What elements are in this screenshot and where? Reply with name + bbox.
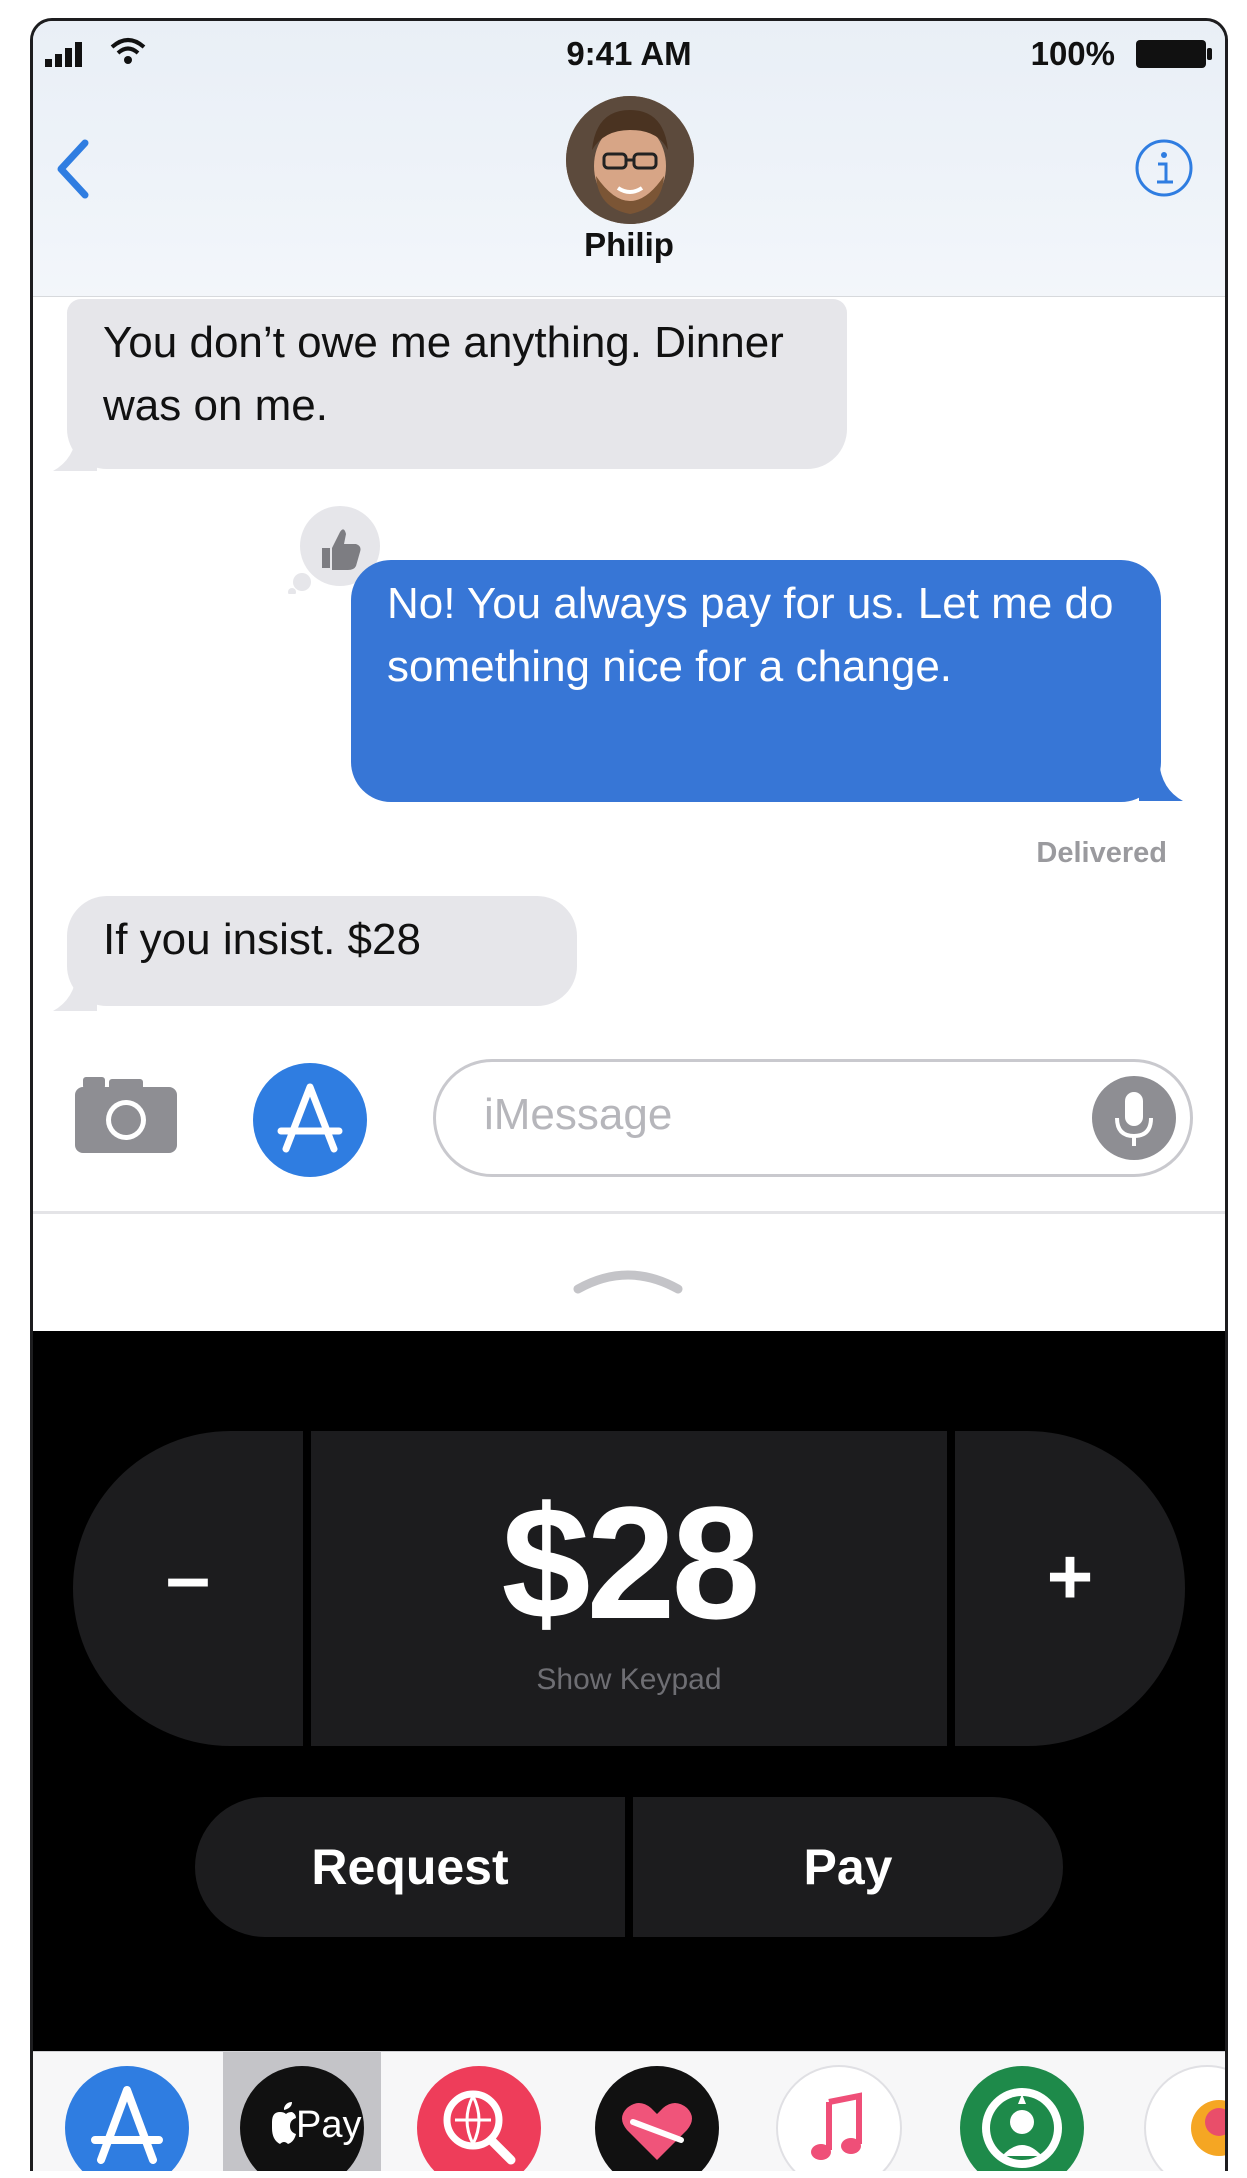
increase-amount-button[interactable]: + bbox=[955, 1431, 1185, 1746]
message-bubble-incoming[interactable]: If you insist. $28 bbox=[67, 896, 577, 1006]
payment-actions: Request Pay bbox=[195, 1797, 1063, 1937]
battery-icon bbox=[1136, 40, 1212, 68]
info-icon[interactable] bbox=[1133, 137, 1195, 199]
back-chevron-icon[interactable] bbox=[55, 137, 91, 201]
contact-name[interactable]: Philip bbox=[33, 226, 1225, 264]
camera-icon[interactable] bbox=[71, 1069, 181, 1157]
amount-divider bbox=[947, 1431, 955, 1746]
divider bbox=[33, 1211, 1225, 1214]
battery-percent: 100% bbox=[1030, 35, 1115, 72]
amount-selector: – $28 Show Keypad + bbox=[73, 1431, 1185, 1746]
plus-label: + bbox=[1046, 1532, 1094, 1621]
apple-pay-panel: – $28 Show Keypad + Request Pay bbox=[33, 1331, 1225, 2051]
avatar-photo-icon bbox=[566, 96, 694, 224]
starbucks-icon[interactable] bbox=[958, 2064, 1086, 2171]
action-divider bbox=[625, 1797, 633, 1937]
imessage-input[interactable]: iMessage bbox=[433, 1059, 1193, 1177]
bubble-tail bbox=[1139, 761, 1183, 801]
apple-pay-label: Pay bbox=[296, 2104, 362, 2146]
partial-app-icon[interactable] bbox=[1143, 2064, 1228, 2171]
app-store-button-icon[interactable] bbox=[251, 1061, 369, 1179]
pay-button[interactable]: Pay bbox=[633, 1797, 1063, 1937]
contact-avatar[interactable] bbox=[566, 96, 694, 224]
microphone-icon[interactable] bbox=[1090, 1074, 1178, 1162]
music-icon[interactable] bbox=[775, 2064, 903, 2171]
bubble-tail bbox=[53, 971, 97, 1011]
status-bar: 9:41 AM 100% bbox=[33, 21, 1225, 81]
phone-screen: 9:41 AM 100% Philip You don’t owe me any… bbox=[30, 18, 1228, 2171]
message-bubble-outgoing[interactable]: No! You always pay for us. Let me do som… bbox=[351, 560, 1161, 802]
digital-touch-icon[interactable] bbox=[593, 2064, 721, 2171]
bubble-tail bbox=[53, 431, 97, 471]
imessage-placeholder: iMessage bbox=[484, 1090, 673, 1139]
delivery-status: Delivered bbox=[1036, 837, 1167, 869]
app-store-icon[interactable] bbox=[63, 2064, 191, 2171]
request-button[interactable]: Request bbox=[195, 1797, 625, 1937]
expand-chevron-icon[interactable] bbox=[568, 1257, 688, 1297]
web-images-search-icon[interactable] bbox=[415, 2064, 543, 2171]
app-drawer: Pay bbox=[33, 2051, 1225, 2171]
apple-pay-icon[interactable]: Pay bbox=[238, 2064, 366, 2171]
conversation-header: 9:41 AM 100% Philip bbox=[33, 21, 1225, 297]
message-bubble-incoming[interactable]: You don’t owe me anything. Dinner was on… bbox=[67, 299, 847, 469]
